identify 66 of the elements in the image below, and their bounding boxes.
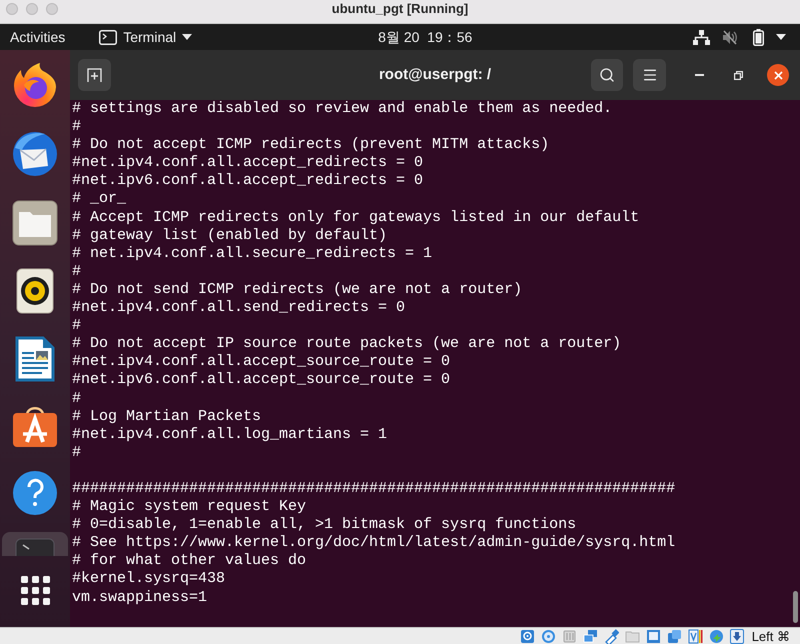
- terminal-line: #net.ipv4.conf.all.accept_redirects = 0: [72, 154, 424, 172]
- terminal-line: # gateway list (enabled by default): [72, 226, 388, 245]
- terminal-line: vm.swappiness=1: [72, 588, 208, 607]
- bird-envelope-icon[interactable]: [11, 130, 59, 178]
- window-icon[interactable]: [666, 628, 682, 644]
- terminal-line: #: [72, 262, 82, 281]
- host-key-label: Left ⌘: [752, 628, 790, 644]
- recording-icon[interactable]: [688, 628, 703, 644]
- new-tab-icon: [87, 68, 102, 82]
- terminal-line: #: [72, 118, 82, 136]
- close-button[interactable]: [767, 64, 789, 86]
- speaker-icon[interactable]: [16, 268, 54, 314]
- activities-button[interactable]: Activities: [10, 26, 66, 48]
- display-icon[interactable]: [646, 628, 661, 644]
- terminal-line: #: [72, 444, 82, 462]
- terminal-line: #net.ipv6.conf.all.accept_source_route = 0: [72, 371, 450, 390]
- close-icon: [774, 70, 782, 80]
- terminal-line: # settings are disabled so review and enable them as needed.: [72, 100, 612, 118]
- terminal-line: # Magic system request Key: [72, 498, 306, 516]
- terminal-line: # Do not accept IP source route packets (we are not a router): [72, 335, 622, 354]
- terminal-line: # 0=disable, 1=enable all, >1 bitmask of sysrq functions: [72, 516, 576, 534]
- network-icon[interactable]: [693, 30, 710, 44]
- terminal-line: #net.ipv4.conf.all.accept_source_route = 0: [72, 353, 450, 372]
- terminal-line: # Log Martian Packets: [72, 408, 262, 426]
- document-icon[interactable]: [15, 336, 55, 382]
- terminal-line: #kernel.sysrq=438: [72, 570, 226, 589]
- down-arrow-icon[interactable]: [730, 628, 744, 644]
- terminal-line: # Do not send ICMP redirects (we are not a router): [72, 280, 522, 300]
- terminal-line: # net.ipv4.conf.all.secure_redirects = 1: [72, 244, 432, 263]
- restore-icon: [734, 70, 742, 80]
- menu-icon: [642, 67, 658, 83]
- terminal-line: # for what other values do: [72, 552, 306, 570]
- app-grid-icon[interactable]: [20, 576, 50, 605]
- window-title: ubuntu_pgt [Running]: [332, 1, 468, 17]
- caret-icon[interactable]: [776, 34, 786, 40]
- terminal-title: root@userpgt: /: [378, 64, 492, 85]
- terminal-line: #: [72, 317, 82, 336]
- new-tab-button[interactable]: [78, 59, 111, 91]
- terminal-line: #net.ipv6.conf.all.accept_redirects = 0: [72, 172, 424, 190]
- terminal-line: #net.ipv4.conf.all.send_redirects = 0: [72, 299, 406, 318]
- folder-icon[interactable]: [12, 200, 58, 246]
- question-mark-icon[interactable]: [12, 470, 58, 516]
- terminal-icon: [15, 538, 55, 556]
- search-button[interactable]: [591, 59, 623, 91]
- terminal-line: # _or_: [72, 190, 126, 209]
- menu-button[interactable]: [633, 59, 666, 91]
- flame-globe-icon[interactable]: [12, 62, 58, 108]
- optical-disc-icon[interactable]: [540, 628, 556, 644]
- speaker-muted-icon[interactable]: [722, 30, 738, 44]
- terminal-line: # Accept ICMP redirects only for gateways listed in our default: [72, 208, 640, 227]
- minimize-icon: [694, 74, 704, 76]
- shopping-bag-icon[interactable]: [12, 404, 58, 448]
- search-icon: [599, 67, 615, 83]
- arrow-globe-icon[interactable]: [708, 628, 724, 644]
- caret-icon: [182, 34, 192, 40]
- usb-icon[interactable]: [604, 628, 619, 644]
- terminal-line: ###################################################################: [72, 480, 676, 498]
- battery-icon[interactable]: [753, 28, 764, 46]
- terminal-line: #net.ipv4.conf.all.log_martians = 1: [72, 426, 388, 444]
- terminal-line: #: [72, 390, 82, 408]
- app-menu-button[interactable]: Terminal: [99, 26, 192, 48]
- terminal-line: # See https://www.kernel.org/doc/html/latest/admin-guide/sysrq.html: [72, 534, 676, 552]
- terminal-icon: [99, 30, 118, 44]
- terminal-line: # Do not accept ICMP redirects (prevent MITM attacks): [72, 136, 550, 154]
- scrollbar-thumb[interactable]: [793, 591, 798, 623]
- clock[interactable]: 8월 20 19：56: [378, 26, 472, 48]
